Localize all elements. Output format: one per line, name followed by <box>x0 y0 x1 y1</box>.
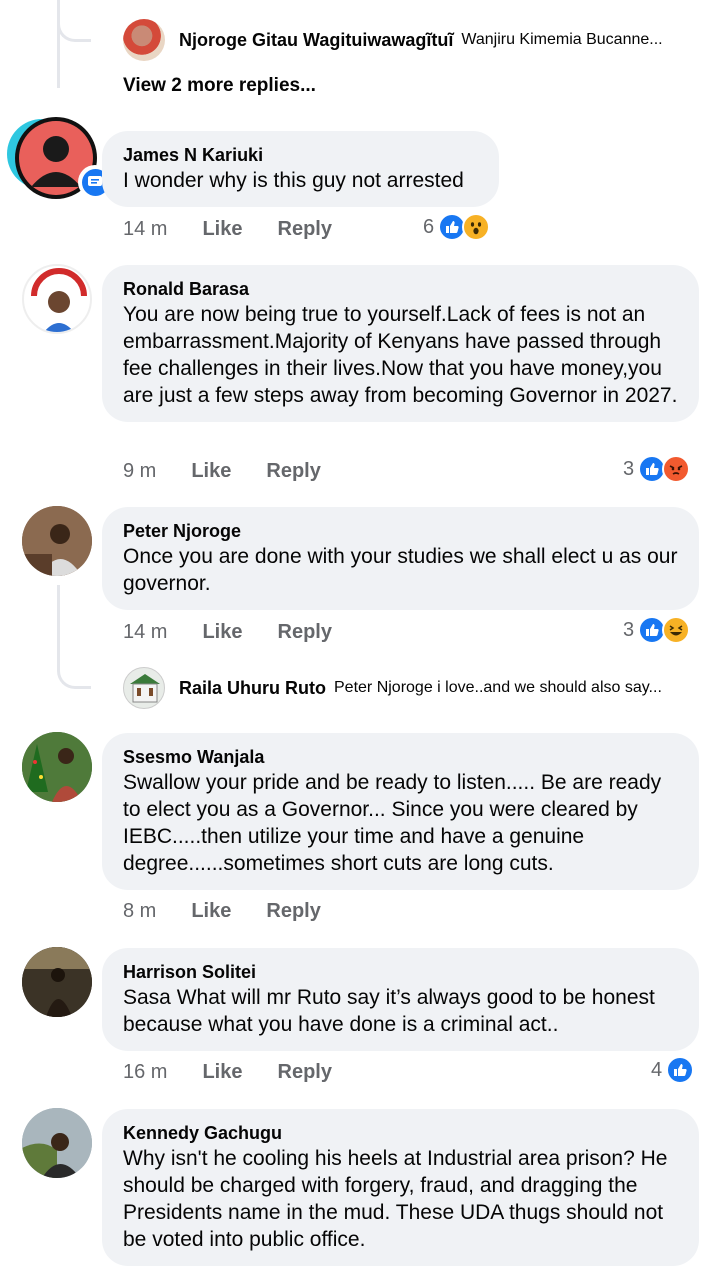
comment-bubble[interactable]: Peter Njoroge Once you are done with you… <box>102 507 699 610</box>
reaction-count: 6 <box>423 215 435 238</box>
comment-bubble[interactable]: Kennedy Gachugu Why isn't he cooling his… <box>102 1109 699 1266</box>
comment-actions: 14 m Like Reply <box>123 617 332 647</box>
commenter-avatar[interactable] <box>22 1108 92 1178</box>
like-button[interactable]: Like <box>202 218 242 241</box>
like-button[interactable]: Like <box>202 621 242 644</box>
nested-reply[interactable]: Njoroge Gitau Wagituiwawagĩtuĩ Wanjiru K… <box>123 19 703 61</box>
comment-actions: 9 m Like Reply <box>123 456 321 486</box>
comment-text: I wonder why is this guy not arrested <box>123 169 464 192</box>
thread-connector <box>57 0 91 42</box>
reply-button[interactable]: Reply <box>278 1061 332 1084</box>
comment-text: You are now being true to yourself.Lack … <box>123 303 678 407</box>
reply-author[interactable]: Raila Uhuru Ruto <box>179 678 326 699</box>
reply-button[interactable]: Reply <box>266 900 320 923</box>
comment-author[interactable]: Peter Njoroge <box>123 519 679 543</box>
comment-bubble[interactable]: James N Kariuki I wonder why is this guy… <box>102 131 499 207</box>
comment-actions: 14 m Like Reply <box>123 214 332 244</box>
reaction-count: 4 <box>651 1058 663 1081</box>
commenter-avatar[interactable] <box>22 947 92 1017</box>
comment-time[interactable]: 8 m <box>123 900 156 923</box>
view-more-replies-link[interactable]: View 2 more replies... <box>123 75 316 97</box>
comment-author[interactable]: James N Kariuki <box>123 143 479 167</box>
reaction-summary[interactable]: 6 <box>423 212 491 242</box>
commenter-avatar[interactable] <box>22 732 92 802</box>
comment-text: Sasa What will mr Ruto say it’s always g… <box>123 986 655 1036</box>
comment-author[interactable]: Ronald Barasa <box>123 277 679 301</box>
comment-actions: 16 m Like Reply <box>123 1057 332 1087</box>
comment-author[interactable]: Kennedy Gachugu <box>123 1121 679 1145</box>
comment-bubble[interactable]: Ronald Barasa You are now being true to … <box>102 265 699 422</box>
like-button[interactable]: Like <box>191 460 231 483</box>
comment-author[interactable]: Harrison Solitei <box>123 960 679 984</box>
like-button[interactable]: Like <box>202 1061 242 1084</box>
like-button[interactable]: Like <box>191 900 231 923</box>
reply-button[interactable]: Reply <box>278 621 332 644</box>
reply-snippet: Wanjiru Kimemia Bucanne... <box>461 31 663 48</box>
comment-time[interactable]: 14 m <box>123 218 167 241</box>
reaction-summary[interactable]: 3 <box>623 615 691 645</box>
reaction-count: 3 <box>623 618 635 641</box>
commenter-avatar[interactable] <box>22 506 92 576</box>
commenter-avatar[interactable] <box>7 117 112 199</box>
reaction-count: 3 <box>623 457 635 480</box>
thread-connector <box>57 585 91 689</box>
comment-time[interactable]: 14 m <box>123 621 167 644</box>
comment-text: Why isn't he cooling his heels at Indust… <box>123 1147 668 1251</box>
comment-bubble[interactable]: Harrison Solitei Sasa What will mr Ruto … <box>102 948 699 1051</box>
comment-author[interactable]: Ssesmo Wanjala <box>123 745 679 769</box>
reply-author[interactable]: Njoroge Gitau Wagituiwawagĩtuĩ <box>179 30 453 51</box>
comment-actions: 8 m Like Reply <box>123 896 321 926</box>
laugh-icon <box>662 616 691 644</box>
wow-icon <box>462 213 491 241</box>
comment-bubble[interactable]: Ssesmo Wanjala Swallow your pride and be… <box>102 733 699 890</box>
like-icon <box>666 1056 695 1084</box>
nested-reply[interactable]: Raila Uhuru Ruto Peter Njoroge i love..a… <box>123 667 703 709</box>
comment-text: Swallow your pride and be ready to liste… <box>123 771 662 875</box>
commenter-avatar[interactable] <box>22 264 92 334</box>
reaction-summary[interactable]: 4 <box>651 1055 695 1085</box>
reply-button[interactable]: Reply <box>266 460 320 483</box>
comment-text: Once you are done with your studies we s… <box>123 545 678 595</box>
reaction-summary[interactable]: 3 <box>623 454 691 484</box>
comment-time[interactable]: 16 m <box>123 1061 167 1084</box>
reply-button[interactable]: Reply <box>278 218 332 241</box>
comment-time[interactable]: 9 m <box>123 460 156 483</box>
reply-snippet: Peter Njoroge i love..and we should also… <box>334 679 662 696</box>
angry-icon <box>662 455 691 483</box>
